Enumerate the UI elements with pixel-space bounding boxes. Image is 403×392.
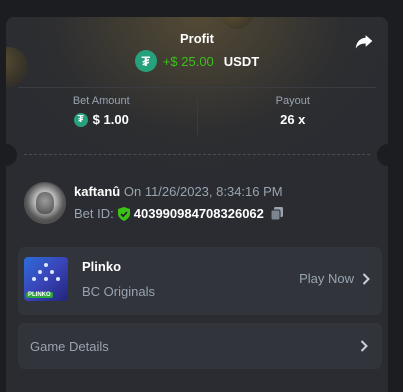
avatar[interactable] bbox=[24, 182, 66, 224]
chevron-right-icon bbox=[362, 272, 370, 285]
game-details-button[interactable]: Game Details bbox=[18, 323, 382, 369]
bet-amount-label: Bet Amount bbox=[72, 95, 130, 107]
game-provider: BC Originals bbox=[82, 284, 155, 299]
profit-header: Profit ₮ +$ 25.00 USDT bbox=[6, 17, 388, 87]
tether-icon: ₮ bbox=[73, 112, 88, 127]
game-details-label: Game Details bbox=[30, 339, 109, 354]
payout-stat: Payout 26 x bbox=[198, 95, 389, 137]
bet-id-line: Bet ID: 403990984708326062 bbox=[74, 206, 283, 221]
plinko-peg bbox=[56, 277, 60, 281]
plinko-thumbnail[interactable]: PLINKO bbox=[24, 257, 68, 301]
payout-value: 26 x bbox=[280, 112, 306, 127]
plinko-peg bbox=[44, 263, 48, 267]
bet-amount-value-row: ₮ $ 1.00 bbox=[6, 112, 197, 127]
thumbnail-label: PLINKO bbox=[26, 292, 53, 298]
copy-icon[interactable] bbox=[270, 207, 283, 220]
bet-id-value: 403990984708326062 bbox=[133, 206, 264, 221]
bet-info-row: kaftanû On 11/26/2023, 8:34:16 PM Bet ID… bbox=[24, 182, 376, 226]
divider bbox=[18, 87, 376, 88]
plinko-peg bbox=[32, 277, 36, 281]
share-icon[interactable] bbox=[354, 31, 374, 51]
bet-timestamp: On 11/26/2023, 8:34:16 PM bbox=[123, 184, 283, 199]
tether-icon: ₮ bbox=[134, 50, 157, 72]
profit-row: ₮ +$ 25.00 USDT bbox=[6, 50, 388, 72]
verified-shield-icon bbox=[117, 206, 130, 221]
bet-card: Profit ₮ +$ 25.00 USDT Bet Amount ₮ $ 1.… bbox=[6, 17, 388, 392]
game-name: Plinko bbox=[82, 259, 122, 274]
plinko-peg bbox=[50, 270, 54, 274]
bet-id-label: Bet ID: bbox=[74, 206, 114, 221]
play-now-button[interactable]: Play Now bbox=[299, 271, 370, 286]
bet-stats: Bet Amount ₮ $ 1.00 Payout 26 x bbox=[6, 95, 388, 137]
play-now-label: Play Now bbox=[299, 271, 354, 286]
bet-amount-value: $ 1.00 bbox=[92, 112, 129, 127]
username[interactable]: kaftanû bbox=[74, 184, 120, 199]
ticket-notch-left bbox=[6, 144, 17, 166]
bet-amount-stat: Bet Amount ₮ $ 1.00 bbox=[6, 95, 197, 137]
plinko-peg bbox=[44, 277, 48, 281]
game-card[interactable]: PLINKO Plinko BC Originals Play Now bbox=[18, 247, 382, 315]
chevron-right-icon bbox=[360, 340, 368, 352]
profit-title: Profit bbox=[180, 31, 214, 46]
plinko-peg bbox=[38, 270, 42, 274]
payout-label: Payout bbox=[275, 95, 310, 107]
bet-detail-page: Profit ₮ +$ 25.00 USDT Bet Amount ₮ $ 1.… bbox=[0, 0, 403, 392]
dashed-divider bbox=[24, 154, 370, 155]
profit-currency: USDT bbox=[223, 53, 260, 69]
profit-amount: +$ 25.00 bbox=[162, 53, 214, 69]
user-line: kaftanû On 11/26/2023, 8:34:16 PM bbox=[74, 184, 283, 199]
ticket-notch-right bbox=[377, 144, 388, 166]
